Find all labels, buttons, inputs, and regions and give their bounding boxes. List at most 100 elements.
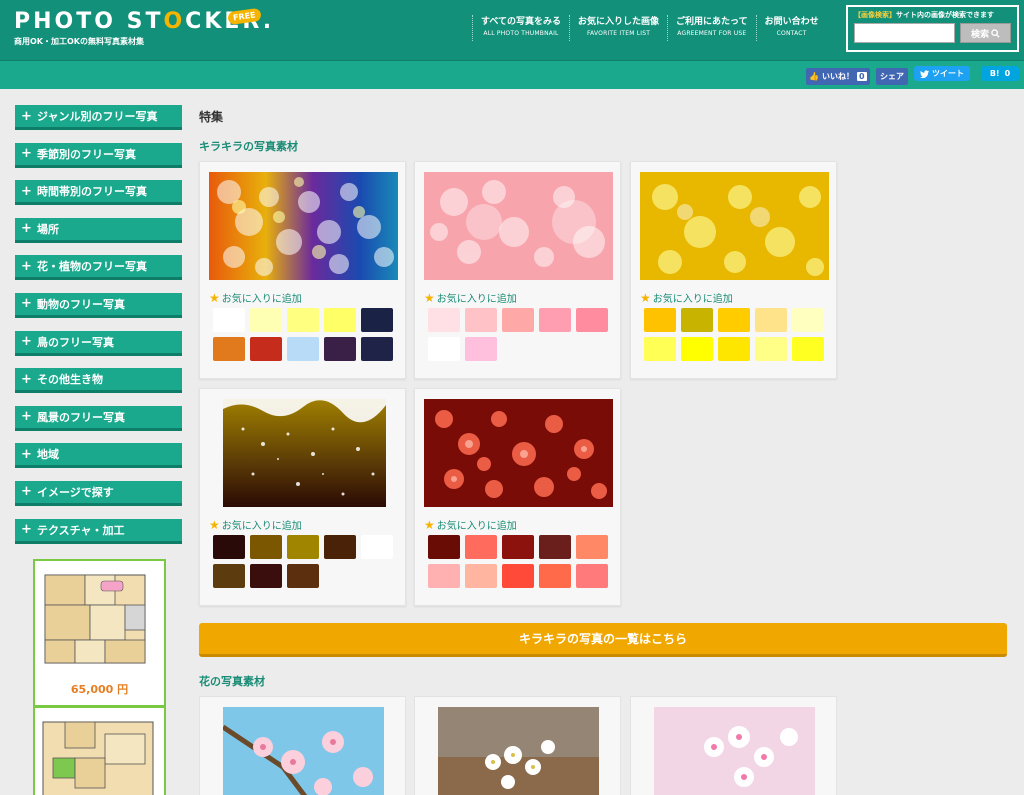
sidebar-item-region[interactable]: + 地域 [15, 443, 182, 469]
sidebar-item-season[interactable]: + 季節別のフリー写真 [15, 142, 182, 168]
sidebar-item-genre[interactable]: + ジャンル別のフリー写真 [15, 105, 182, 130]
color-swatch[interactable] [792, 308, 824, 332]
tweet-button[interactable]: ツイート [914, 66, 970, 81]
image-search-box: 【画像検索】サイト内の画像が検索できます 検索 [846, 5, 1019, 52]
color-swatch[interactable] [576, 564, 608, 588]
photo-card-flower-2[interactable] [414, 696, 621, 795]
color-swatch[interactable] [465, 337, 497, 361]
plus-icon: + [21, 108, 32, 124]
photo-card-red[interactable]: ★ お気に入りに追加 [414, 388, 621, 606]
color-swatch[interactable] [287, 535, 319, 559]
color-swatch[interactable] [361, 535, 393, 559]
color-swatch[interactable] [287, 308, 319, 332]
photo-thumbnail[interactable] [424, 399, 613, 507]
color-swatch[interactable] [250, 337, 282, 361]
add-favorite-link[interactable]: ★ お気に入りに追加 [424, 290, 517, 306]
color-swatch[interactable] [644, 337, 676, 361]
nav-agreement[interactable]: ご利用にあたって AGREEMENT FOR USE [667, 15, 756, 41]
nav-all-photos[interactable]: すべての写真をみる ALL PHOTO THUMBNAIL [472, 15, 569, 41]
photo-thumbnail[interactable] [209, 172, 398, 280]
search-button[interactable]: 検索 [960, 23, 1011, 43]
sidebar-item-image-search[interactable]: + イメージで探す [15, 480, 182, 506]
hatena-bookmark-button[interactable]: B! 0 [981, 66, 1019, 81]
sidebar-item-place[interactable]: + 場所 [15, 217, 182, 243]
color-swatch[interactable] [792, 337, 824, 361]
photo-card-flower-3[interactable] [630, 696, 837, 795]
color-swatch[interactable] [428, 337, 460, 361]
floorplan-ad-2[interactable] [33, 706, 166, 795]
color-swatch[interactable] [324, 308, 356, 332]
photo-card-rainbow[interactable]: ★ お気に入りに追加 [199, 161, 406, 379]
color-swatch[interactable] [213, 337, 245, 361]
photo-card-gold[interactable]: ★ お気に入りに追加 [199, 388, 406, 606]
color-swatch[interactable] [576, 535, 608, 559]
color-swatch[interactable] [755, 337, 787, 361]
sidebar-item-flowers[interactable]: + 花・植物のフリー写真 [15, 255, 182, 281]
color-swatch[interactable] [465, 535, 497, 559]
color-swatch[interactable] [502, 564, 534, 588]
plus-icon: + [21, 409, 32, 425]
color-swatch[interactable] [250, 535, 282, 559]
photo-thumbnail[interactable] [223, 707, 384, 795]
color-swatch[interactable] [576, 308, 608, 332]
photo-card-pink[interactable]: ★ お気に入りに追加 [414, 161, 621, 379]
color-swatch[interactable] [213, 535, 245, 559]
star-icon: ★ [209, 517, 220, 532]
sidebar-item-animals[interactable]: + 動物のフリー写真 [15, 292, 182, 318]
color-swatch[interactable] [681, 308, 713, 332]
color-swatch[interactable] [644, 308, 676, 332]
photo-thumbnail[interactable] [654, 707, 815, 795]
color-swatch[interactable] [539, 308, 571, 332]
color-swatch[interactable] [250, 564, 282, 588]
photo-thumbnail[interactable] [223, 399, 386, 507]
color-swatch[interactable] [213, 308, 245, 332]
nav-favorites[interactable]: お気に入りした画像 FAVORITE ITEM LIST [569, 15, 667, 41]
color-swatch[interactable] [502, 308, 534, 332]
color-swatch[interactable] [287, 564, 319, 588]
view-all-kirakira-button[interactable]: キラキラの写真の一覧はこちら [199, 623, 1007, 657]
sidebar-item-landscape[interactable]: + 風景のフリー写真 [15, 405, 182, 431]
color-swatch[interactable] [361, 337, 393, 361]
add-favorite-link[interactable]: ★ お気に入りに追加 [640, 290, 733, 306]
facebook-share-button[interactable]: シェア [876, 68, 908, 85]
sidebar-item-texture[interactable]: + テクスチャ・加工 [15, 518, 182, 544]
color-swatch[interactable] [250, 308, 282, 332]
sidebar-item-other-creatures[interactable]: + その他生き物 [15, 368, 182, 394]
add-favorite-link[interactable]: ★ お気に入りに追加 [209, 290, 302, 306]
color-swatch[interactable] [213, 564, 245, 588]
color-swatch[interactable] [539, 564, 571, 588]
photo-card-yellow[interactable]: ★ お気に入りに追加 [630, 161, 837, 379]
add-favorite-link[interactable]: ★ お気に入りに追加 [209, 517, 302, 533]
floorplan-ad-1[interactable]: 65,000 円 [33, 559, 166, 707]
sidebar-item-birds[interactable]: + 鳥のフリー写真 [15, 330, 182, 356]
color-swatch[interactable] [361, 308, 393, 332]
color-swatch[interactable] [324, 337, 356, 361]
color-swatch[interactable] [324, 535, 356, 559]
search-icon [991, 28, 1000, 38]
photo-thumbnail[interactable] [438, 707, 599, 795]
sidebar-item-time[interactable]: + 時間帯別のフリー写真 [15, 180, 182, 206]
color-swatch[interactable] [465, 564, 497, 588]
photo-card-flower-1[interactable] [199, 696, 406, 795]
nav-contact[interactable]: お問い合わせ CONTACT [755, 15, 827, 41]
color-swatch[interactable] [718, 308, 750, 332]
color-swatch[interactable] [428, 564, 460, 588]
facebook-like-button[interactable]: 👍 いいね！ 0 [806, 68, 870, 85]
plus-icon: + [21, 334, 32, 350]
photo-thumbnail[interactable] [640, 172, 829, 280]
color-swatch[interactable] [681, 337, 713, 361]
color-swatch[interactable] [755, 308, 787, 332]
plus-icon: + [21, 371, 32, 387]
color-swatch[interactable] [539, 535, 571, 559]
color-swatch[interactable] [718, 337, 750, 361]
photo-thumbnail[interactable] [424, 172, 613, 280]
color-palette [644, 308, 829, 361]
color-swatch[interactable] [502, 535, 534, 559]
color-swatch[interactable] [428, 535, 460, 559]
color-swatch[interactable] [287, 337, 319, 361]
search-input[interactable] [854, 23, 955, 43]
color-swatch[interactable] [465, 308, 497, 332]
site-logo[interactable]: PHOTO STOCKER. FREE 商用OK・加工OKの無料写真素材集 [14, 7, 274, 47]
color-swatch[interactable] [428, 308, 460, 332]
add-favorite-link[interactable]: ★ お気に入りに追加 [424, 517, 517, 533]
